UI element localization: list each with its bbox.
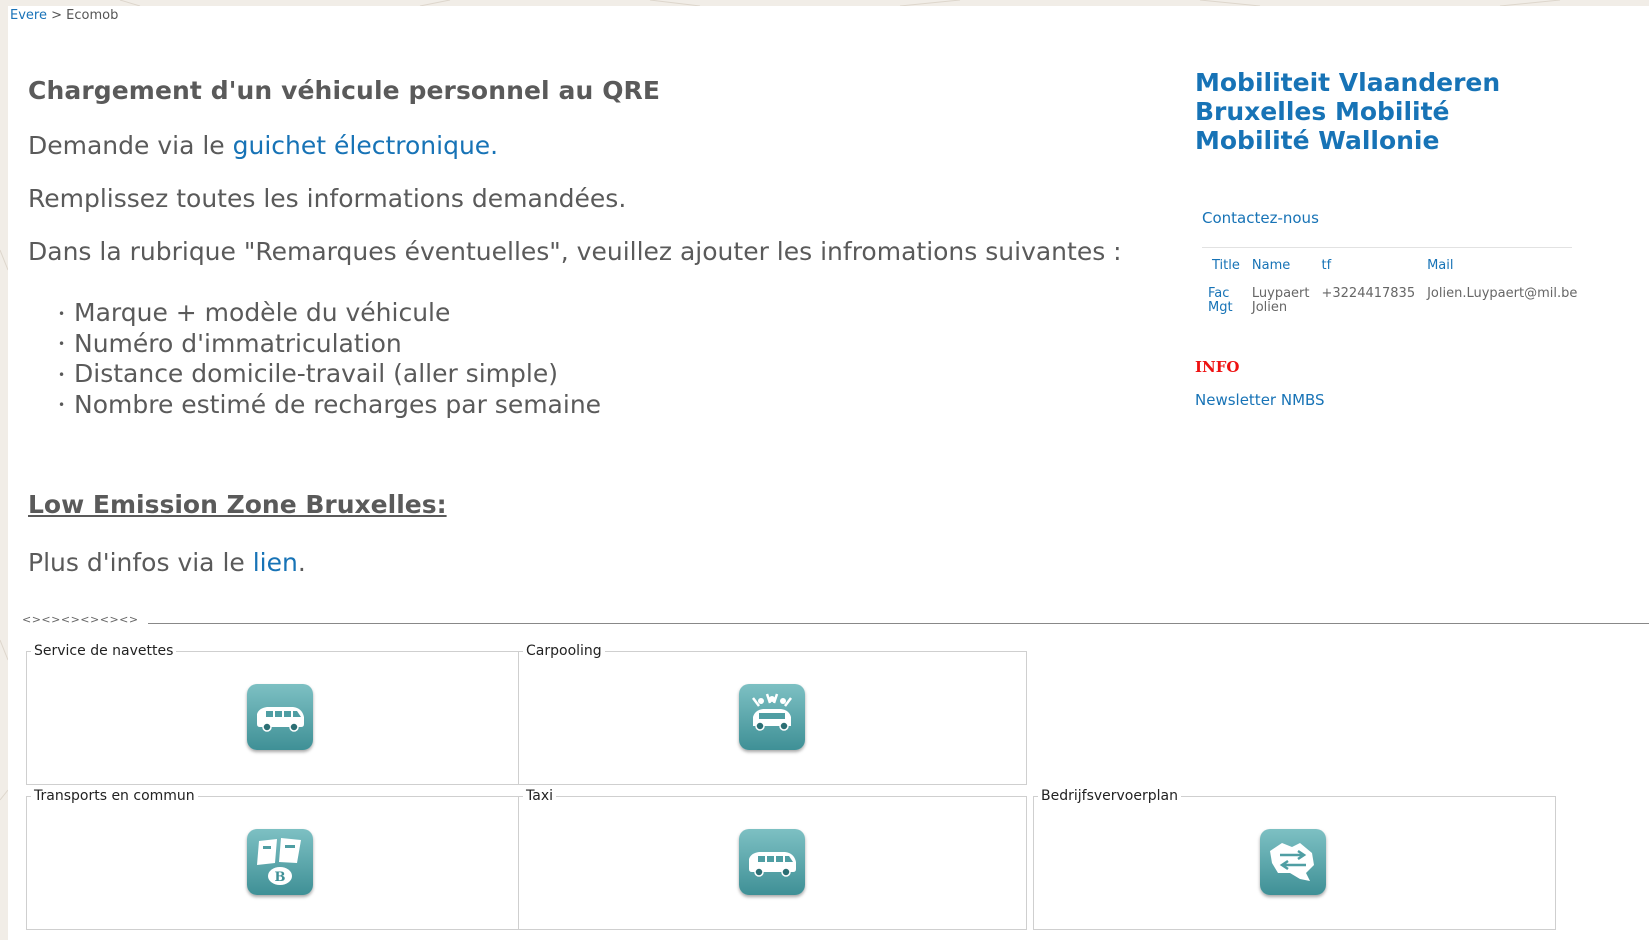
breadcrumb-home-link[interactable]: Evere bbox=[10, 8, 47, 23]
separator-decoration: <><><><><><> bbox=[22, 613, 139, 626]
tile-label: Transports en commun bbox=[31, 788, 198, 804]
tile-label: Taxi bbox=[523, 788, 556, 804]
carpooling-icon[interactable] bbox=[739, 684, 805, 750]
contact-name-line: Luypaert bbox=[1251, 286, 1310, 301]
column-header-mail: Mail bbox=[1427, 258, 1454, 273]
contact-name-cell: Luypaert Jolien bbox=[1246, 287, 1316, 315]
list-item: Nombre estimé de recharges par semaine bbox=[58, 390, 601, 421]
contact-divider bbox=[1202, 247, 1572, 248]
table-row: Fac Mgt Luypaert Jolien +3224417835 Joli… bbox=[1202, 287, 1583, 315]
remarks-paragraph: Dans la rubrique "Remarques éventuelles"… bbox=[28, 237, 1122, 266]
column-header-name: Name bbox=[1251, 258, 1291, 273]
contact-title-line: Fac bbox=[1208, 286, 1230, 301]
required-info-list: Marque + modèle du véhicule Numéro d'imm… bbox=[58, 298, 601, 420]
list-item: Marque + modèle du véhicule bbox=[58, 298, 601, 329]
table-header-row: Title Name tf Mail bbox=[1202, 254, 1583, 287]
breadcrumb: Evere > Ecomob bbox=[10, 8, 118, 23]
more-info-end: . bbox=[297, 548, 306, 577]
column-header-title: Title bbox=[1212, 258, 1240, 273]
tile-label: Carpooling bbox=[523, 643, 605, 659]
region-link-vlaanderen[interactable]: Mobiliteit Vlaanderen bbox=[1195, 68, 1615, 97]
column-header-tf: tf bbox=[1321, 258, 1332, 273]
more-info-text: Plus d'infos via le bbox=[28, 548, 253, 577]
region-link-bruxelles[interactable]: Bruxelles Mobilité bbox=[1195, 97, 1615, 126]
breadcrumb-current: Ecomob bbox=[66, 8, 119, 23]
contact-title-line: Mgt bbox=[1208, 300, 1233, 315]
contact-name-line: Jolien bbox=[1251, 300, 1288, 315]
list-item: Distance domicile-travail (aller simple) bbox=[58, 359, 601, 390]
minibus-icon[interactable] bbox=[247, 684, 313, 750]
svg-text:B: B bbox=[275, 870, 286, 885]
contact-title-cell: Fac Mgt bbox=[1202, 287, 1246, 315]
region-links: Mobiliteit Vlaanderen Bruxelles Mobilité… bbox=[1195, 68, 1615, 155]
tile-bedrijfsvervoerplan[interactable]: Bedrijfsvervoerplan bbox=[1033, 788, 1556, 930]
train-sncb-icon[interactable]: B bbox=[247, 829, 313, 895]
separator-line bbox=[148, 623, 1649, 624]
request-text: Demande via le bbox=[28, 131, 233, 160]
tile-transports-en-commun[interactable]: Transports en commun B bbox=[26, 788, 535, 930]
contact-us-link[interactable]: Contactez-nous bbox=[1202, 209, 1319, 227]
minibus-icon[interactable] bbox=[739, 829, 805, 895]
guichet-link[interactable]: guichet électronique. bbox=[233, 131, 499, 160]
tile-taxi[interactable]: Taxi bbox=[518, 788, 1027, 930]
lez-heading: Low Emission Zone Bruxelles: bbox=[28, 490, 447, 519]
page-title: Chargement d'un véhicule personnel au QR… bbox=[28, 76, 661, 105]
tile-label: Bedrijfsvervoerplan bbox=[1038, 788, 1181, 804]
fill-info-paragraph: Remplissez toutes les informations deman… bbox=[28, 184, 627, 213]
info-label: INFO bbox=[1195, 358, 1240, 376]
breadcrumb-separator: > bbox=[51, 8, 63, 23]
contact-mail-cell[interactable]: Jolien.Luypaert@mil.be bbox=[1421, 287, 1583, 315]
page-content: Evere > Ecomob Chargement d'un véhicule … bbox=[8, 6, 1649, 940]
tile-service-navettes[interactable]: Service de navettes bbox=[26, 643, 535, 785]
more-info-paragraph: Plus d'infos via le lien. bbox=[28, 548, 306, 577]
sidebar: Mobiliteit Vlaanderen Bruxelles Mobilité… bbox=[1195, 68, 1615, 409]
tile-label: Service de navettes bbox=[31, 643, 177, 659]
belgium-map-icon[interactable] bbox=[1260, 829, 1326, 895]
newsletter-link[interactable]: Newsletter NMBS bbox=[1195, 391, 1325, 409]
list-item: Numéro d'immatriculation bbox=[58, 329, 601, 360]
tile-carpooling[interactable]: Carpooling bbox=[518, 643, 1027, 785]
request-paragraph: Demande via le guichet électronique. bbox=[28, 131, 498, 160]
region-link-wallonie[interactable]: Mobilité Wallonie bbox=[1195, 126, 1615, 155]
lez-link[interactable]: lien bbox=[253, 548, 298, 577]
main-content: Chargement d'un véhicule personnel au QR… bbox=[28, 76, 1148, 577]
contact-table: Title Name tf Mail Fac Mgt Luypaert Joli… bbox=[1202, 254, 1583, 315]
contact-phone-cell: +3224417835 bbox=[1321, 286, 1416, 301]
